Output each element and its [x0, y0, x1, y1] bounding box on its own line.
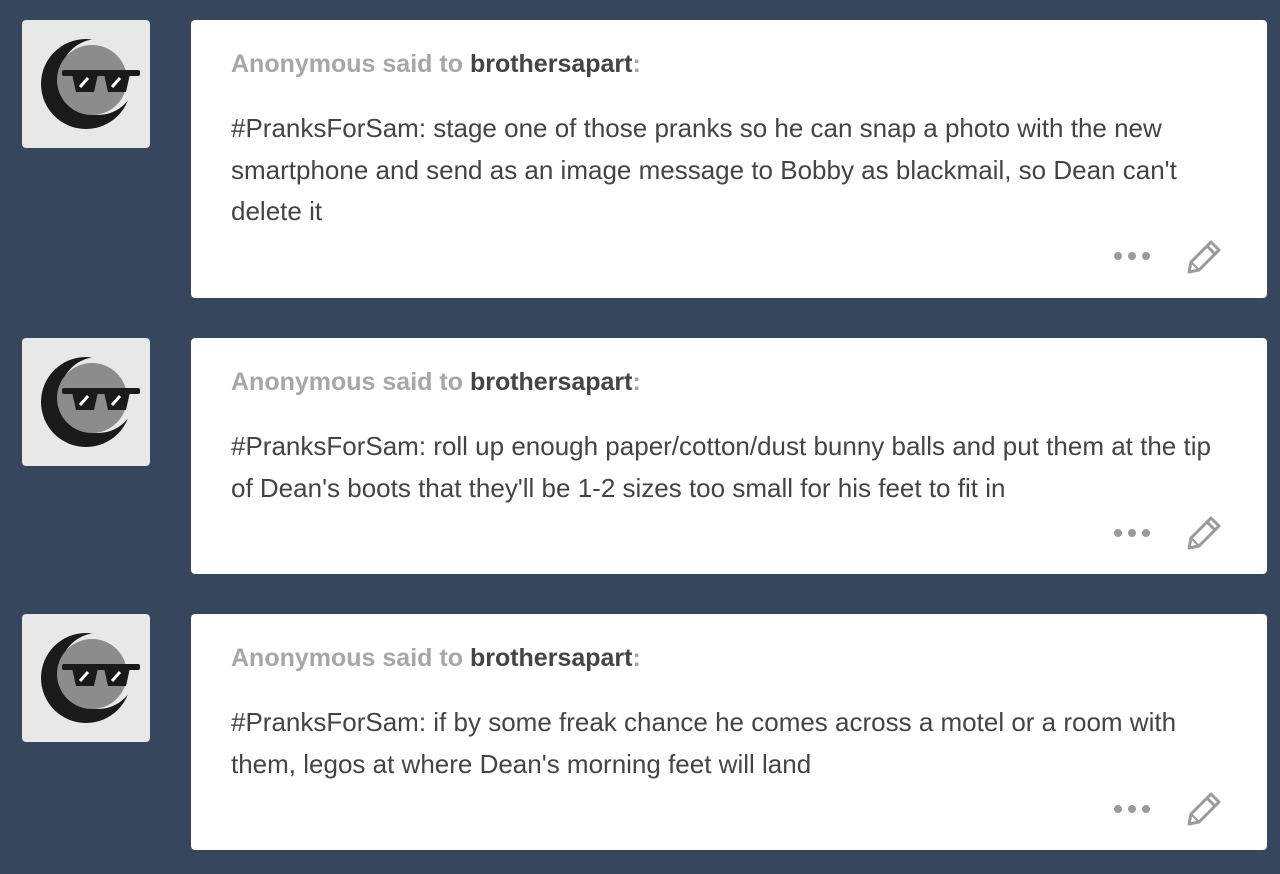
avatar[interactable] — [22, 20, 150, 148]
said-to-text: said to — [382, 50, 463, 78]
more-icon-dot — [1128, 529, 1136, 537]
asker-colon: : — [632, 644, 641, 672]
sunglasses-moon-avatar-icon — [41, 39, 140, 129]
edit-button[interactable] — [1181, 510, 1225, 554]
edit-icon — [1187, 240, 1221, 274]
question-text: #PranksForSam: if by some freak chance h… — [231, 707, 1177, 779]
edit-button[interactable] — [1181, 234, 1225, 278]
blog-link[interactable]: brothersapart — [470, 50, 633, 78]
sunglasses-moon-avatar-icon — [41, 633, 140, 723]
asker-line: Anonymous said to brothersapart: — [231, 644, 641, 673]
question-text: #PranksForSam: stage one of those pranks… — [231, 113, 1177, 226]
asker-line: Anonymous said to brothersapart: — [231, 368, 641, 397]
asker-name: Anonymous — [231, 368, 376, 396]
asker-line: Anonymous said to brothersapart: — [231, 50, 641, 79]
more-options-button[interactable] — [1111, 798, 1153, 820]
more-options-button[interactable] — [1111, 245, 1153, 267]
asker-name: Anonymous — [231, 644, 376, 672]
more-icon-dot — [1142, 805, 1150, 813]
ask-card: Anonymous said to brothersapart: #Pranks… — [191, 614, 1267, 850]
more-icon-dot — [1128, 805, 1136, 813]
blog-link[interactable]: brothersapart — [470, 368, 633, 396]
more-icon-dot — [1142, 252, 1150, 260]
avatar[interactable] — [22, 338, 150, 466]
edit-button[interactable] — [1181, 786, 1225, 830]
asker-colon: : — [632, 368, 641, 396]
more-icon — [1114, 252, 1122, 260]
more-icon-dot — [1142, 529, 1150, 537]
ask-card: Anonymous said to brothersapart: #Pranks… — [191, 20, 1267, 298]
asker-colon: : — [632, 50, 641, 78]
edit-icon — [1187, 516, 1221, 550]
sunglasses-moon-avatar-icon — [41, 357, 140, 447]
blog-link[interactable]: brothersapart — [470, 644, 633, 672]
more-icon-dot — [1128, 252, 1136, 260]
said-to-text: said to — [382, 368, 463, 396]
asker-name: Anonymous — [231, 50, 376, 78]
said-to-text: said to — [382, 644, 463, 672]
ask-card: Anonymous said to brothersapart: #Pranks… — [191, 338, 1267, 574]
more-icon — [1114, 805, 1122, 813]
question-text: #PranksForSam: roll up enough paper/cott… — [231, 431, 1211, 503]
more-options-button[interactable] — [1111, 522, 1153, 544]
more-icon — [1114, 529, 1122, 537]
avatar[interactable] — [22, 614, 150, 742]
edit-icon — [1187, 792, 1221, 826]
